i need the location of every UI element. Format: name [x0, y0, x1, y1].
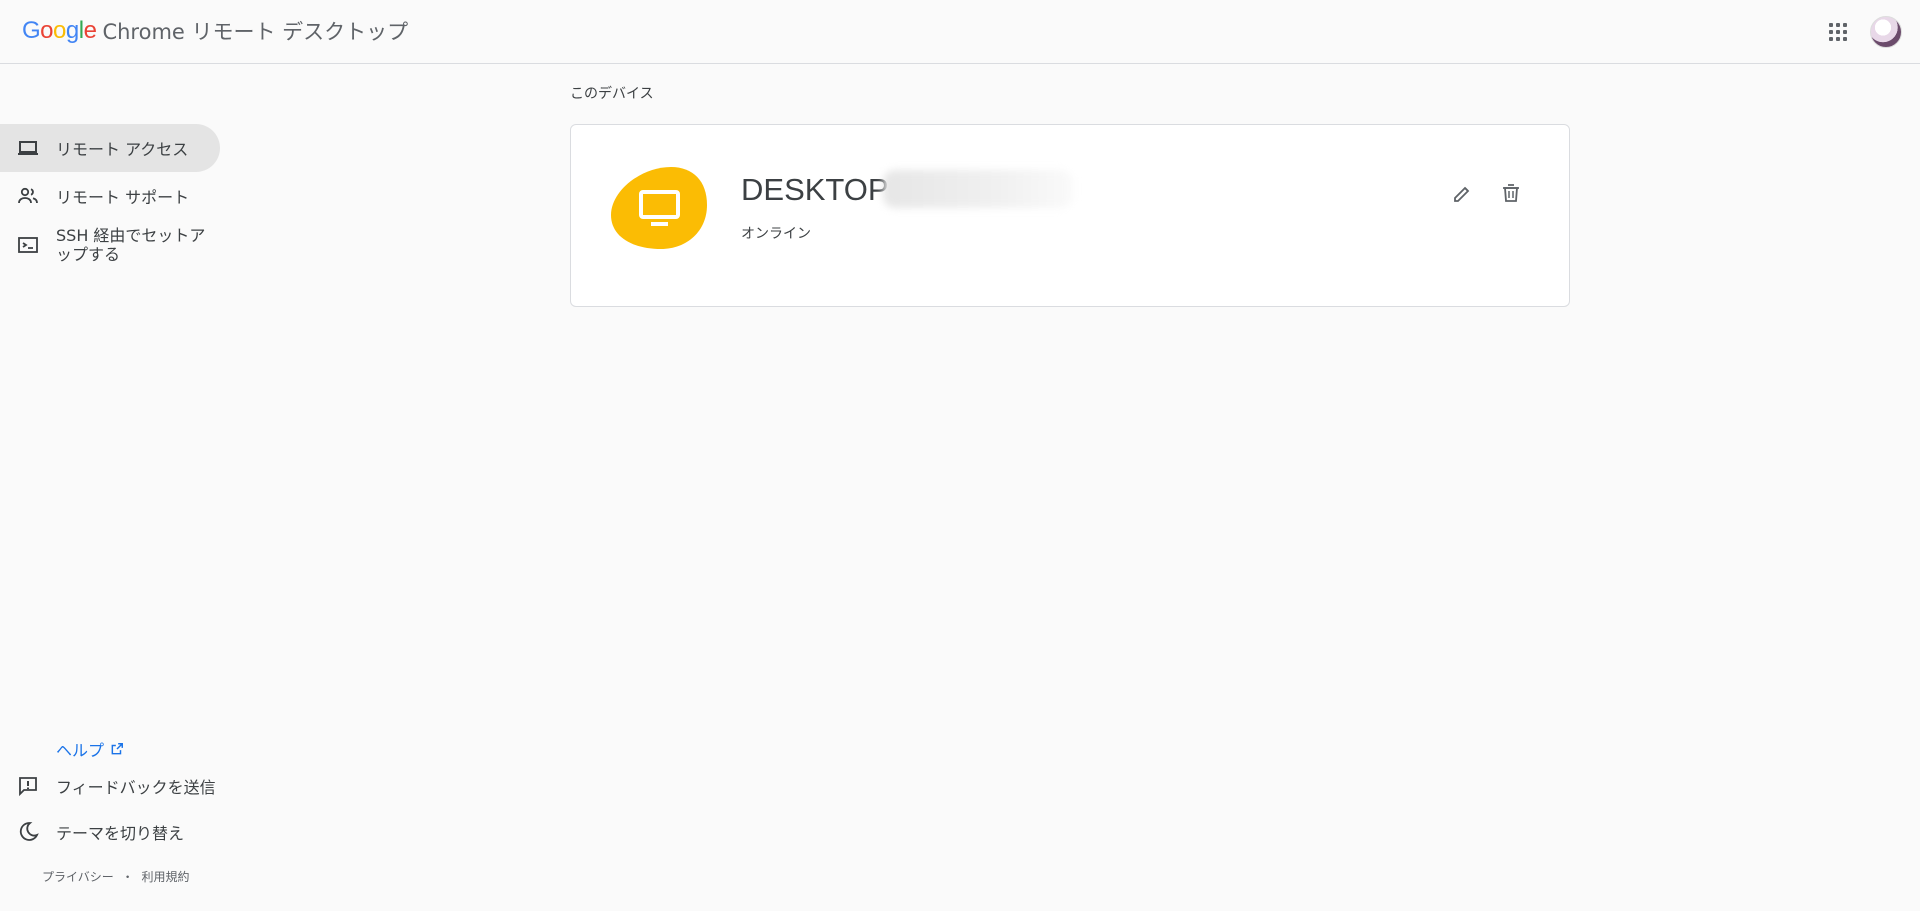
theme-toggle-button[interactable]: テーマを切り替え: [0, 808, 220, 856]
redacted-device-suffix: [883, 170, 1073, 208]
sidebar-item-remote-support[interactable]: リモート サポート: [0, 172, 220, 220]
feedback-icon: [19, 777, 37, 797]
help-link[interactable]: ヘルプ: [56, 737, 124, 761]
privacy-link[interactable]: プライバシー: [42, 870, 114, 884]
open-in-new-icon: [111, 743, 123, 755]
laptop-icon: [18, 141, 38, 155]
apps-grid-icon[interactable]: [1826, 20, 1850, 44]
moon-icon: [19, 822, 39, 841]
product-logo[interactable]: Google Chrome リモート デスクトップ: [22, 14, 408, 48]
delete-icon[interactable]: [1499, 181, 1523, 205]
device-status: オンライン: [741, 226, 811, 242]
people-icon: [18, 187, 38, 204]
terminal-icon: [18, 237, 38, 253]
footer-separator: ・: [121, 870, 134, 884]
monitor-icon: [611, 167, 707, 249]
terms-link[interactable]: 利用規約: [141, 870, 189, 884]
top-app-bar: Google Chrome リモート デスクトップ: [0, 0, 1920, 64]
feedback-button[interactable]: フィードバックを送信: [0, 762, 220, 810]
device-name: DESKTOP: [741, 172, 889, 207]
google-wordmark: Google: [22, 17, 97, 44]
edit-icon[interactable]: [1451, 181, 1475, 205]
sidebar-item-remote-access[interactable]: リモート アクセス: [0, 124, 220, 172]
sidebar-item-label: リモート サポート: [56, 188, 190, 207]
sidebar-item-ssh-setup[interactable]: SSH 経由でセットアップする: [0, 220, 220, 270]
sidebar-item-label: SSH 経由でセットアップする: [56, 226, 206, 264]
account-avatar[interactable]: [1870, 16, 1902, 48]
theme-label: テーマを切り替え: [56, 824, 185, 843]
sidebar-item-label: リモート アクセス: [56, 140, 189, 159]
footer-links: プライバシー ・ 利用規約: [42, 868, 189, 885]
feedback-label: フィードバックを送信: [56, 778, 216, 797]
help-label: ヘルプ: [56, 741, 105, 760]
device-card[interactable]: DESKTOP オンライン: [570, 124, 1570, 307]
section-title: このデバイス: [570, 86, 654, 102]
product-name: Chrome リモート デスクトップ: [102, 20, 409, 44]
